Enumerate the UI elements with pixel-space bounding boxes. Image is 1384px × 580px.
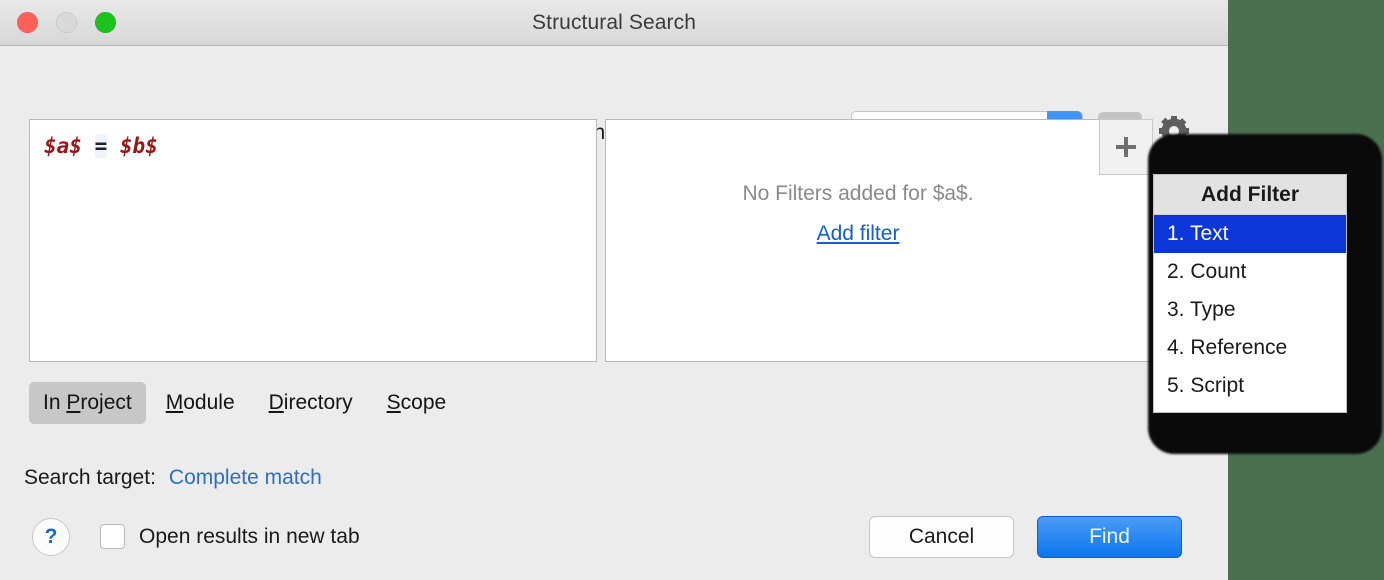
template-variable-b: $b$ — [120, 134, 158, 158]
scope-tab-suffix: roject — [80, 391, 131, 414]
help-icon[interactable]: ? — [32, 518, 70, 556]
scope-tab-directory[interactable]: Directory — [255, 382, 367, 424]
filters-panel: No Filters added for $a$. Add filter — [605, 119, 1153, 362]
scope-tab-in-project[interactable]: In Project — [29, 382, 146, 424]
structural-search-window: Structural Search Search template: Recur… — [0, 0, 1228, 580]
scope-tab-mnemonic: M — [166, 391, 184, 414]
filters-empty-state: No Filters added for $a$. Add filter — [606, 182, 1110, 246]
open-results-new-tab-checkbox[interactable]: Open results in new tab — [100, 524, 360, 549]
find-button[interactable]: Find — [1037, 516, 1182, 558]
menu-item-script[interactable]: 5. Script — [1154, 367, 1346, 405]
desktop-background: Structural Search Search template: Recur… — [0, 0, 1384, 580]
no-filters-message: No Filters added for $a$. — [606, 182, 1110, 206]
scope-tab-suffix: irectory — [284, 391, 353, 414]
add-filter-menu-header: Add Filter — [1154, 175, 1346, 215]
window-title: Structural Search — [0, 11, 1228, 35]
scope-tab-scope[interactable]: Scope — [373, 382, 461, 424]
add-filter-button[interactable] — [1099, 119, 1153, 175]
search-target-label: Search target: — [24, 466, 156, 490]
search-toolbar: Search template: Recursive Match case Fi… — [0, 46, 1228, 114]
add-filter-link[interactable]: Add filter — [817, 222, 900, 246]
template-operator: = — [95, 134, 108, 158]
search-target-row: Search target: Complete match — [24, 466, 322, 490]
menu-item-type[interactable]: 3. Type — [1154, 291, 1346, 329]
open-results-checkbox-box — [100, 524, 125, 549]
scope-tab-mnemonic: S — [387, 391, 401, 414]
scope-tab-mnemonic: P — [66, 391, 80, 414]
menu-item-count[interactable]: 2. Count — [1154, 253, 1346, 291]
plus-icon — [1113, 134, 1139, 160]
open-results-label: Open results in new tab — [139, 525, 360, 549]
template-code-line: $a$ = $b$ — [44, 134, 596, 158]
scope-tab-module[interactable]: Module — [152, 382, 249, 424]
cancel-button[interactable]: Cancel — [869, 516, 1014, 558]
search-target-value[interactable]: Complete match — [169, 466, 322, 490]
menu-item-reference[interactable]: 4. Reference — [1154, 329, 1346, 367]
scope-tab-mnemonic: D — [269, 391, 284, 414]
scope-tab-suffix: odule — [183, 391, 234, 414]
template-variable-a: $a$ — [44, 134, 82, 158]
add-filter-menu: Add Filter 1. Text 2. Count 3. Type 4. R… — [1153, 174, 1347, 413]
search-template-editor[interactable]: $a$ = $b$ — [29, 119, 597, 362]
title-bar: Structural Search — [0, 0, 1228, 46]
menu-item-text[interactable]: 1. Text — [1154, 215, 1346, 253]
scope-tabs: In Project Module Directory Scope — [29, 382, 466, 424]
scope-tab-prefix: In — [43, 391, 66, 414]
scope-tab-suffix: cope — [401, 391, 447, 414]
